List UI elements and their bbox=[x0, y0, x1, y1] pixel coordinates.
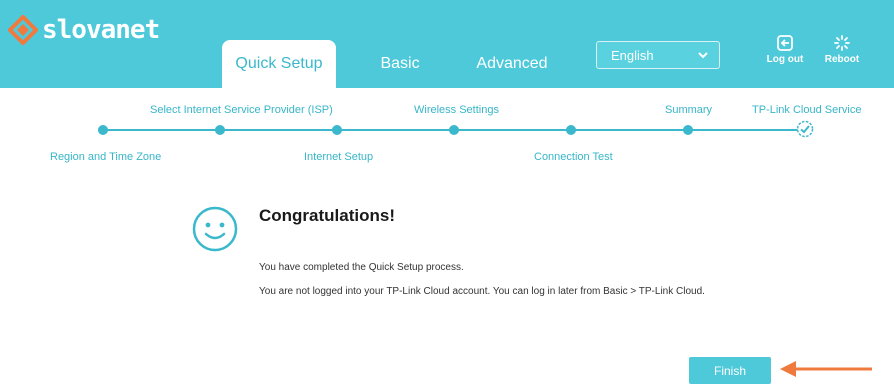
step-dot bbox=[98, 125, 108, 135]
step-dot bbox=[683, 125, 693, 135]
language-select[interactable]: English bbox=[596, 41, 720, 69]
tab-advanced[interactable]: Advanced bbox=[462, 40, 562, 88]
reboot-label: Reboot bbox=[824, 54, 860, 65]
check-circle-icon bbox=[796, 120, 814, 138]
step-dot bbox=[566, 125, 576, 135]
language-selected-value: English bbox=[611, 47, 654, 63]
finish-button[interactable]: Finish bbox=[689, 357, 771, 384]
logout-label: Log out bbox=[766, 54, 804, 65]
tab-advanced-label: Advanced bbox=[476, 55, 548, 72]
tab-basic[interactable]: Basic bbox=[360, 40, 440, 88]
chevron-down-icon bbox=[698, 52, 708, 59]
logo-mark-icon bbox=[8, 15, 38, 45]
tab-basic-label: Basic bbox=[380, 55, 420, 72]
result-message-2: You are not logged into your TP-Link Clo… bbox=[259, 286, 705, 297]
step-dot bbox=[449, 125, 459, 135]
step-label-internet-setup: Internet Setup bbox=[304, 151, 374, 163]
brand-logo: slovanet bbox=[8, 14, 160, 46]
reboot-button[interactable]: Reboot bbox=[820, 34, 864, 65]
result-title: Congratulations! bbox=[259, 206, 395, 225]
step-dot bbox=[332, 125, 342, 135]
result-message-1: You have completed the Quick Setup proce… bbox=[259, 262, 464, 273]
step-label-cloud: TP-Link Cloud Service bbox=[752, 104, 862, 116]
main-content bbox=[10, 88, 884, 382]
step-label-wireless: Wireless Settings bbox=[414, 104, 499, 116]
brand-name: slovanet bbox=[42, 15, 160, 45]
step-label-isp: Select Internet Service Provider (ISP) bbox=[150, 104, 333, 116]
header-bar: slovanet Quick Setup Basic Advanced Engl… bbox=[0, 0, 894, 88]
smiley-icon bbox=[192, 206, 238, 252]
step-label-connection-test: Connection Test bbox=[534, 151, 613, 163]
arrow-left-icon bbox=[780, 361, 872, 377]
step-label-region: Region and Time Zone bbox=[50, 151, 162, 163]
logout-button[interactable]: Log out bbox=[763, 34, 807, 65]
finish-button-label: Finish bbox=[713, 363, 746, 378]
step-label-summary: Summary bbox=[665, 104, 713, 116]
tab-quick-setup-label: Quick Setup bbox=[235, 55, 323, 72]
tab-quick-setup[interactable]: Quick Setup bbox=[222, 40, 336, 88]
router-admin-page: slovanet Quick Setup Basic Advanced Engl… bbox=[0, 0, 894, 384]
logout-icon bbox=[777, 35, 793, 51]
step-dot bbox=[215, 125, 225, 135]
reboot-icon bbox=[834, 35, 850, 51]
